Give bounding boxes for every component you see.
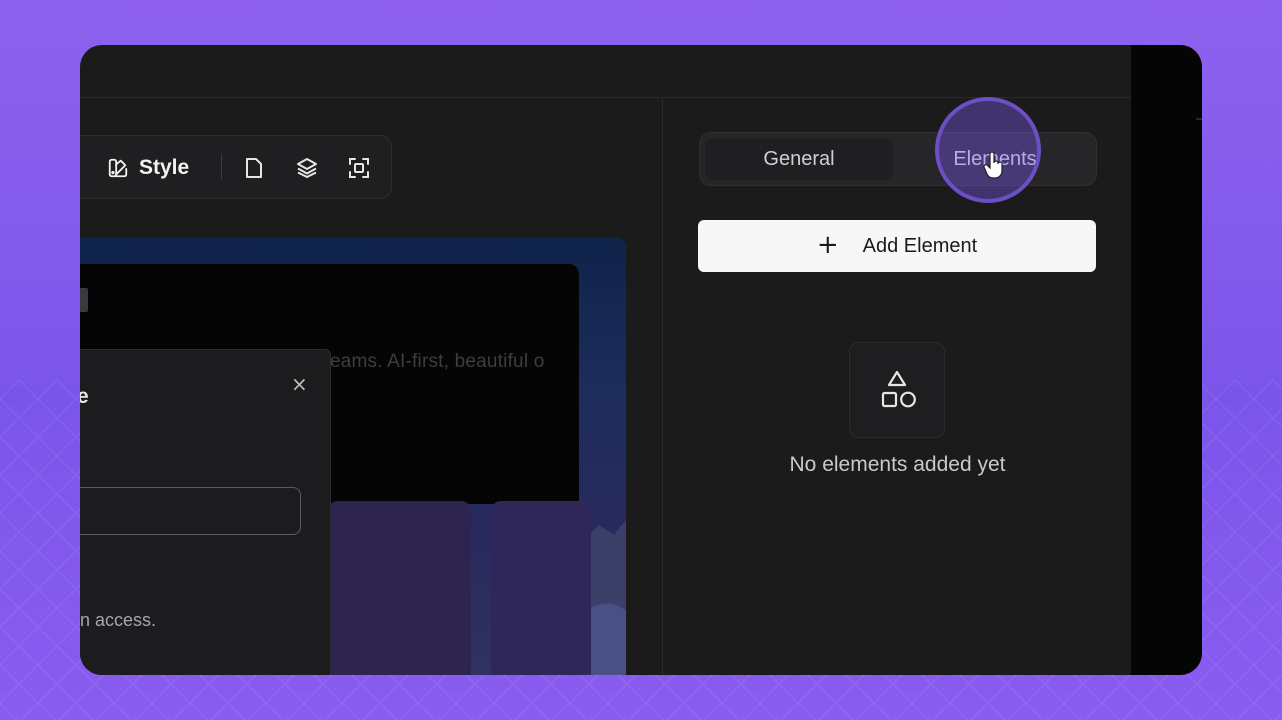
dialog: e × n access. s [80,349,331,675]
dialog-note: n access. [80,610,157,630]
click-highlight [935,97,1041,203]
add-icon[interactable]: + [1194,107,1202,132]
style-label: Style [139,156,190,179]
dialog-title: e [80,385,89,408]
close-icon[interactable]: × [291,372,308,396]
plus-icon: + [816,230,839,260]
top-bar [80,45,1131,98]
dialog-footer-text: s [80,666,87,675]
dialog-input[interactable] [80,487,301,535]
add-element-button[interactable]: + Add Element [698,220,1096,272]
empty-state-text: No elements added yet [789,453,1006,476]
preview-tagline: eams. AI-first, beautiful o [330,351,545,372]
hand-cursor-icon [983,152,1003,179]
style-brush-icon [108,158,128,178]
panel-divider [662,97,663,675]
right-sidebar: + [1131,45,1202,675]
toolbar-separator [221,154,222,180]
frame-icon[interactable] [347,156,371,180]
add-element-label: Add Element [862,234,978,257]
canvas-toolbar: Style [80,135,392,199]
app-window: + Style e [80,45,1202,675]
empty-state-icon-box [849,342,945,438]
preview-heading-fragment [80,288,88,312]
layers-icon[interactable] [295,156,319,180]
preview-card [328,501,471,675]
preview-card [491,501,591,675]
tab-general[interactable]: General [705,138,893,180]
page-icon[interactable] [242,156,266,180]
style-button[interactable]: Style [107,156,189,180]
shapes-icon [881,370,916,408]
